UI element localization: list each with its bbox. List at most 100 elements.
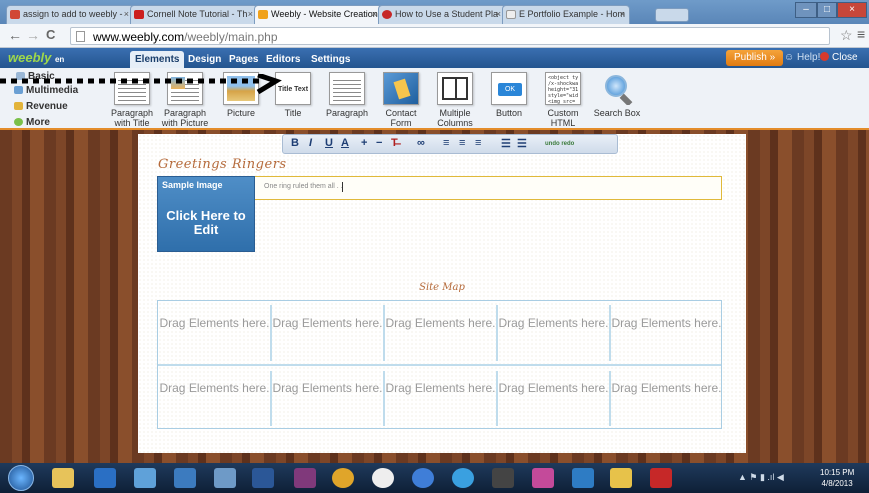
revenue-icon xyxy=(14,102,23,110)
decrease-size-button[interactable]: − xyxy=(376,137,382,149)
drop-zone[interactable]: Drag Elements here. xyxy=(271,366,384,430)
onenote-icon[interactable] xyxy=(294,468,316,488)
chrome-icon[interactable] xyxy=(332,468,354,488)
close-editor-link[interactable]: Close xyxy=(820,52,858,63)
url-field[interactable]: www.weebly.com/weebly/main.php xyxy=(70,27,830,45)
os-taskbar: ▲ ⚑ ▮ .ıl ◀ 10:15 PM 4/8/2013 xyxy=(0,463,869,493)
undo-redo-button[interactable]: undo redo xyxy=(545,141,574,147)
drop-zone[interactable]: Drag Elements here. xyxy=(158,366,271,430)
tab-editors[interactable]: Editors xyxy=(261,51,305,68)
publish-button[interactable]: Publish » xyxy=(726,50,784,66)
app-icon[interactable] xyxy=(412,468,434,488)
numbered-list-button[interactable]: ☰ xyxy=(517,137,527,150)
app-icon[interactable] xyxy=(492,468,514,488)
tab-elements[interactable]: Elements xyxy=(130,51,185,68)
tab-pages[interactable]: Pages xyxy=(224,51,263,68)
app-icon[interactable] xyxy=(372,468,394,488)
app-icon[interactable] xyxy=(532,468,554,488)
element-search-box[interactable]: Search Box xyxy=(592,72,642,118)
element-multiple-columns[interactable]: Multiple Columns xyxy=(430,72,480,128)
align-center-button[interactable]: ≡ xyxy=(459,137,465,149)
browser-tab-cornell[interactable]: Cornell Note Tutorial - Th × xyxy=(130,5,258,24)
drop-zone[interactable]: Drag Elements here. xyxy=(497,301,610,365)
new-tab-button[interactable] xyxy=(655,8,689,22)
help-icon: ☺ xyxy=(784,52,797,63)
sample-image-placeholder[interactable]: Sample Image Click Here to Edit xyxy=(157,176,255,252)
element-custom-html[interactable]: <object ty /x-shockwa height="31 style="… xyxy=(538,72,588,128)
app-icon[interactable] xyxy=(572,468,594,488)
page-icon xyxy=(76,31,85,42)
category-more[interactable]: More xyxy=(14,117,50,128)
app-icon[interactable] xyxy=(174,468,196,488)
drop-zone[interactable]: Drag Elements here. xyxy=(158,301,271,365)
browser-tab-student-planner[interactable]: How to Use a Student Pla × xyxy=(378,5,506,24)
underline-button[interactable]: U xyxy=(325,137,333,149)
increase-size-button[interactable]: + xyxy=(361,137,367,149)
browser-tab-gmail[interactable]: assign to add to weebly - × xyxy=(6,5,134,24)
minimize-button[interactable]: – xyxy=(795,2,817,18)
app-icon[interactable] xyxy=(452,468,474,488)
weebly-header: weebly en Elements Design Pages Editors … xyxy=(0,48,869,68)
dotted-arrow-annotation xyxy=(0,74,282,95)
tab-close-icon[interactable]: × xyxy=(620,9,625,19)
element-contact-form[interactable]: Contact Form xyxy=(376,72,426,128)
clear-format-button[interactable]: T̶ xyxy=(391,137,398,149)
page-icon xyxy=(506,10,516,19)
bold-button[interactable]: B xyxy=(291,137,299,149)
drop-zone[interactable]: Drag Elements here. xyxy=(384,366,497,430)
tab-close-icon[interactable]: × xyxy=(248,9,253,19)
youtube-icon xyxy=(134,10,144,19)
taskbar-clock[interactable]: 10:15 PM 4/8/2013 xyxy=(820,467,854,489)
category-revenue[interactable]: Revenue xyxy=(14,101,68,112)
drop-zone[interactable]: Drag Elements here. xyxy=(610,366,723,430)
help-link[interactable]: ☺ Help! xyxy=(784,52,820,63)
italic-button[interactable]: I xyxy=(309,137,312,149)
drop-zone[interactable]: Drag Elements here. xyxy=(384,301,497,365)
app-icon[interactable] xyxy=(610,468,632,488)
align-right-button[interactable]: ≡ xyxy=(475,137,481,149)
maximize-button[interactable]: □ xyxy=(817,2,837,18)
paragraph-text: One ring ruled them all . . xyxy=(264,183,343,190)
bulleted-list-button[interactable]: ☰ xyxy=(501,137,511,150)
text-format-toolbar: B I U A + − T̶ ∞ ≡ ≡ ≡ ☰ ☰ undo redo xyxy=(282,134,618,154)
drop-zone[interactable]: Drag Elements here. xyxy=(610,301,723,365)
address-bar-row: ← → C www.weebly.com/weebly/main.php ☆ ≡ xyxy=(0,24,869,48)
page-title[interactable]: Greetings Ringers xyxy=(158,157,287,172)
start-button[interactable] xyxy=(8,465,34,491)
drop-zone[interactable]: Drag Elements here. xyxy=(497,366,610,430)
window-close-button[interactable]: × xyxy=(837,2,867,18)
drop-zone[interactable]: Drag Elements here. xyxy=(271,301,384,365)
browser-tab-bar: assign to add to weebly - × Cornell Note… xyxy=(0,0,869,24)
link-icon[interactable]: ∞ xyxy=(417,137,425,149)
site-map-heading[interactable]: Site Map xyxy=(138,282,746,293)
tab-close-icon[interactable]: × xyxy=(372,9,377,19)
forward-button[interactable]: → xyxy=(26,27,40,43)
app-icon[interactable] xyxy=(214,468,236,488)
back-button[interactable]: ← xyxy=(8,27,22,43)
browser-tab-eportfolio[interactable]: E Portfolio Example - Hom × xyxy=(502,5,630,24)
align-left-button[interactable]: ≡ xyxy=(443,137,449,149)
app-icon[interactable] xyxy=(134,468,156,488)
close-icon xyxy=(820,52,829,61)
tab-design[interactable]: Design xyxy=(183,51,226,68)
media-icon[interactable] xyxy=(94,468,116,488)
system-tray[interactable]: ▲ ⚑ ▮ .ıl ◀ xyxy=(738,472,784,483)
weebly-logo: weebly en xyxy=(8,50,65,65)
font-color-button[interactable]: A xyxy=(341,137,349,149)
word-icon[interactable] xyxy=(252,468,274,488)
tab-close-icon[interactable]: × xyxy=(124,9,129,19)
element-paragraph[interactable]: Paragraph xyxy=(322,72,372,118)
weebly-icon xyxy=(258,10,268,19)
acrobat-icon[interactable] xyxy=(650,468,672,488)
browser-tab-weebly[interactable]: Weebly - Website Creation × xyxy=(254,5,382,24)
bookmark-star-icon[interactable]: ☆ xyxy=(840,27,853,44)
browser-menu-icon[interactable]: ≡ xyxy=(857,26,865,42)
more-icon xyxy=(14,118,23,126)
tab-close-icon[interactable]: × xyxy=(496,9,501,19)
element-button[interactable]: OK Button xyxy=(484,72,534,118)
reload-button[interactable]: C xyxy=(46,27,55,42)
site-icon xyxy=(382,10,392,19)
explorer-icon[interactable] xyxy=(52,468,74,488)
tab-settings[interactable]: Settings xyxy=(306,51,355,68)
column-drop-grid: Drag Elements here. Drag Elements here. … xyxy=(157,300,722,429)
